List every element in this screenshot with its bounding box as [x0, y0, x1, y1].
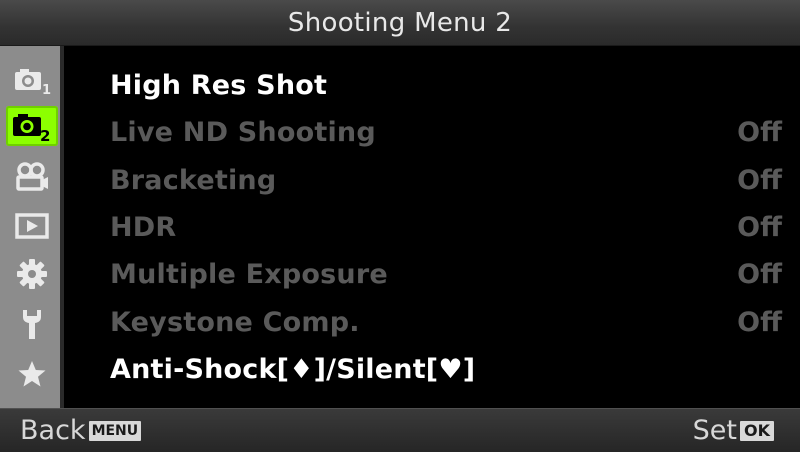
menu-item-label: Anti-Shock[♦]/Silent[♥]	[110, 353, 476, 385]
star-icon	[17, 359, 47, 389]
menu-item-value: Off	[737, 116, 782, 148]
button-guide-bar: Back MENU Set OK	[0, 408, 800, 452]
menu-list: High Res Shot Live ND Shooting Off Brack…	[68, 46, 800, 408]
camera-2-icon: 2	[10, 109, 54, 143]
menu-item-label: Keystone Comp.	[110, 306, 360, 338]
tab-playback-menu[interactable]	[6, 206, 58, 246]
gear-icon	[15, 257, 49, 291]
set-label: Set	[692, 415, 737, 446]
tab-mymenu[interactable]	[6, 354, 58, 394]
back-label: Back	[20, 415, 86, 446]
menu-item-multiple-exposure[interactable]: Multiple Exposure Off	[110, 252, 782, 296]
video-camera-icon	[14, 161, 50, 193]
tab-custom-menu[interactable]	[6, 254, 58, 294]
menu-item-value: Off	[737, 306, 782, 338]
menu-item-label: Multiple Exposure	[110, 258, 388, 290]
svg-text:1: 1	[42, 83, 51, 96]
menu-item-label: Bracketing	[110, 164, 277, 196]
page-title: Shooting Menu 2	[287, 7, 513, 38]
camera-1-icon: 1	[12, 64, 52, 96]
tab-shooting-menu-1[interactable]: 1	[6, 60, 58, 100]
menu-item-anti-shock-silent[interactable]: Anti-Shock[♦]/Silent[♥]	[110, 347, 782, 391]
menu-item-hdr[interactable]: HDR Off	[110, 205, 782, 249]
tab-setup-menu[interactable]	[6, 304, 58, 344]
menu-item-label: High Res Shot	[110, 69, 328, 101]
menu-item-value: Off	[737, 164, 782, 196]
menu-button-icon: MENU	[88, 420, 142, 441]
menu-item-high-res-shot[interactable]: High Res Shot	[110, 63, 782, 107]
menu-item-value: Off	[737, 211, 782, 243]
tab-video-menu[interactable]	[6, 157, 58, 197]
menu-item-live-nd-shooting[interactable]: Live ND Shooting Off	[110, 110, 782, 154]
menu-item-label: HDR	[110, 211, 177, 243]
tab-shooting-menu-2[interactable]: 2	[6, 106, 58, 146]
playback-icon	[14, 212, 50, 240]
ok-button-icon: OK	[740, 420, 774, 441]
back-hint[interactable]: Back MENU	[20, 415, 142, 446]
menu-item-keystone-comp[interactable]: Keystone Comp. Off	[110, 300, 782, 344]
wrench-icon	[17, 307, 47, 341]
svg-text:2: 2	[40, 127, 50, 143]
menu-item-label: Live ND Shooting	[110, 116, 376, 148]
menu-item-bracketing[interactable]: Bracketing Off	[110, 158, 782, 202]
menu-tab-sidebar: 1 2	[0, 46, 64, 408]
set-hint[interactable]: Set OK	[693, 415, 774, 446]
menu-item-value: Off	[737, 258, 782, 290]
title-bar: Shooting Menu 2	[0, 0, 800, 46]
